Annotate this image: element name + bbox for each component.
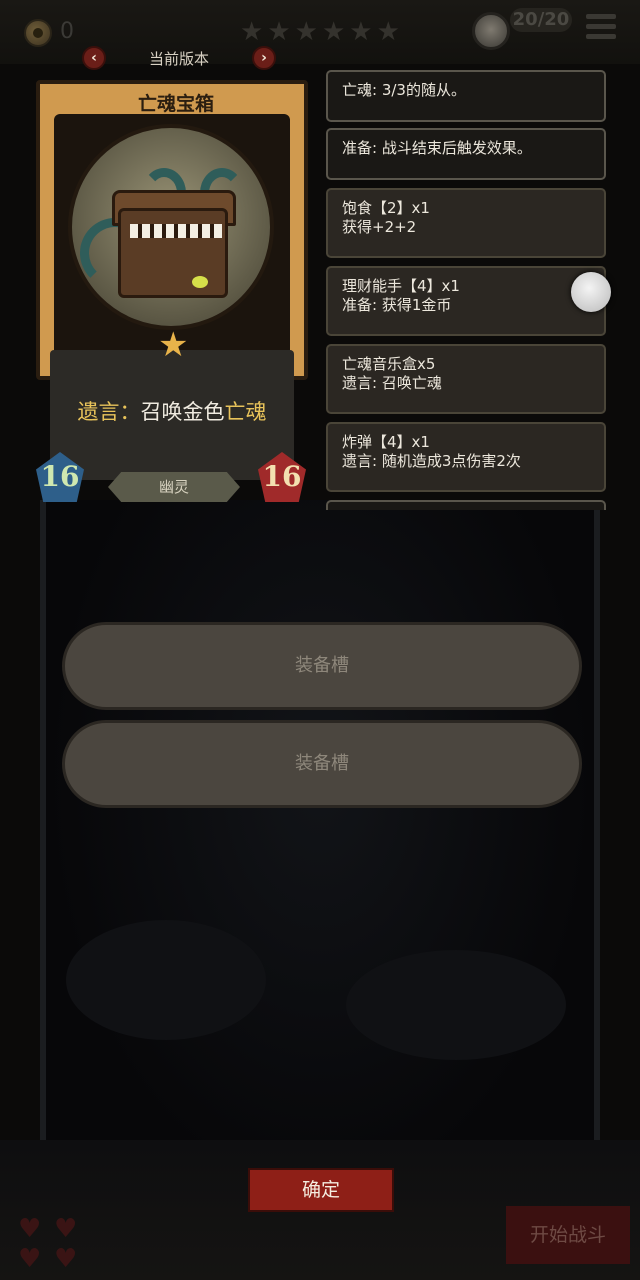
tier-stars: ★ ★ ★ ★ ★ ★ [240, 18, 400, 46]
keyword-panel-list[interactable]: 亡魂: 3/3的随从。 准备: 战斗结束后触发效果。 饱食【2】x1 获得+2+2… [326, 70, 608, 510]
keyword-panel [326, 500, 606, 510]
card-name: 亡魂宝箱 [137, 93, 214, 115]
version-label: 当前版本 [148, 50, 209, 68]
next-version-button[interactable]: › [252, 46, 276, 70]
star-icon: ★ [376, 17, 400, 47]
cloud-decoration [66, 920, 266, 1040]
heart-icon: ♥ [18, 1214, 42, 1244]
scroll-handle[interactable] [571, 272, 611, 312]
gold-coin-icon [24, 19, 52, 47]
chest-eye-art [192, 276, 208, 288]
previous-version-button[interactable]: ‹ [82, 46, 106, 70]
card-description-box: 遗言：召唤金色亡魂 [50, 350, 294, 480]
heart-icon: ♥ [54, 1214, 78, 1244]
equipment-slot[interactable]: 装备槽 [62, 720, 582, 808]
menu-icon[interactable] [586, 14, 616, 42]
game-board [40, 500, 600, 1200]
keyword-panel: 饱食【2】x1 获得+2+2 [326, 188, 606, 258]
player-avatar[interactable] [472, 12, 510, 50]
star-icon: ★ [349, 17, 373, 47]
card-art [68, 124, 274, 330]
gold-count: 0 [60, 19, 74, 44]
start-fight-button[interactable]: 开始战斗 [506, 1206, 630, 1264]
card-description: 遗言：召唤金色亡魂 [77, 400, 267, 424]
tribe-badge: 幽灵 [108, 472, 240, 502]
star-icon: ★ [240, 17, 264, 47]
turn-counter: 20/20 [510, 8, 572, 32]
star-icon: ★ [158, 325, 189, 365]
keyword-panel: 炸弹【4】x1 遗言: 随机造成3点伤害2次 [326, 422, 606, 492]
version-bar: ‹ 当前版本 › [80, 46, 278, 74]
cloud-decoration [346, 950, 566, 1060]
star-icon: ★ [321, 17, 346, 47]
star-icon: ★ [267, 17, 291, 47]
chest-teeth-art [130, 224, 222, 238]
star-icon: ★ [294, 17, 318, 47]
keyword-panel: 亡魂: 3/3的随从。 [326, 70, 606, 122]
lives-display: ♥ ♥♥ ♥ [18, 1214, 98, 1274]
heart-icon: ♥ [18, 1244, 42, 1274]
keyword-panel: 准备: 战斗结束后触发效果。 [326, 128, 606, 180]
chest-art [118, 208, 228, 298]
keyword-panel: 理财能手【4】x1 准备: 获得1金币 [326, 266, 606, 336]
heart-icon: ♥ [54, 1244, 78, 1274]
minion-card[interactable]: 亡魂宝箱 遗言：召唤金色亡魂 ★ 幽灵 16 16 [36, 80, 308, 508]
confirm-button[interactable]: 确定 [248, 1168, 394, 1212]
equipment-slot[interactable]: 装备槽 [62, 622, 582, 710]
keyword-panel: 亡魂音乐盒x5 遗言: 召唤亡魂 [326, 344, 606, 414]
